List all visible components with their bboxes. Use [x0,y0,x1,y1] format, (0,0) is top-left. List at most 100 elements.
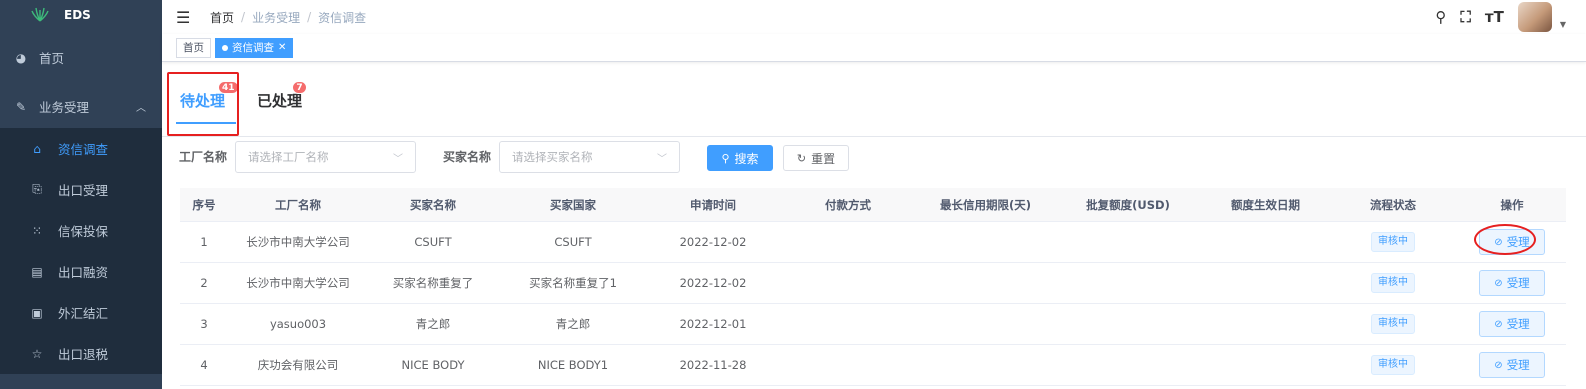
cell-payment [778,222,918,262]
breadcrumb-separator: / [307,10,312,24]
logo-text: EDS [64,8,91,22]
status-tabs: 待处理 41 已处理 7 [162,62,1586,136]
accept-button[interactable]: ⊘ 受理 [1479,270,1545,296]
reset-button-label: 重置 [811,151,836,166]
cell-payment [778,304,918,344]
search-button[interactable]: ⚲ 搜索 [707,145,773,171]
submenu-business: ⌂ 资信调查 ⎘ 出口受理 ⁙ 信保投保 ▤ 出口融资 ▣ 外汇结汇 ☆ 出口退… [0,128,162,374]
sidebar-item-credit-insurance[interactable]: ⁙ 信保投保 [0,210,162,251]
column-header: 申请时间 [690,197,736,212]
cell-no: 2 [200,276,208,290]
table-header: 序号 工厂名称 买家名称 买家国家 申请时间 付款方式 最长信用期限(天) 批复… [180,188,1566,222]
breadcrumb: 首页 / 业务受理 / 资信调查 [210,9,366,26]
cell-action: ⊘ 受理 [1458,345,1566,385]
buyer-select-placeholder: 请选择买家名称 [512,150,593,164]
factory-label: 工厂名称 [179,150,228,164]
active-dot-icon [222,44,228,51]
column-header: 批复额度(USD) [1086,197,1170,212]
sidebar-item-label: 资信调查 [58,142,109,157]
column-header: 买家名称 [410,197,456,212]
accept-button[interactable]: ⊘ 受理 [1479,352,1545,378]
cell-credit-days [918,345,1053,385]
cell-country: 青之郎 [555,317,591,331]
search-icon: ⚲ [721,151,730,165]
cell-no: 4 [200,358,208,372]
column-header: 买家国家 [550,197,596,212]
cell-country: CSUFT [554,235,592,249]
buyer-select[interactable]: 请选择买家名称 ﹀ [499,141,680,173]
fullscreen-icon[interactable]: ⛶ [1460,8,1471,26]
cell-country: NICE BODY1 [537,358,609,372]
cell-status: 审核中 [1328,304,1458,344]
cell-factory: 长沙市中南大学公司 [246,235,350,249]
cell-effective-date [1203,304,1328,344]
tags-view: 首页 资信调查 ✕ [162,34,1586,62]
tag-label: 首页 [183,41,204,54]
cell-factory: 庆功会有限公司 [257,358,339,372]
status-badge: 审核中 [1371,232,1415,252]
tag-credit-investigation[interactable]: 资信调查 ✕ [215,37,294,58]
table-row: 2 长沙市中南大学公司 买家名称重复了 买家名称重复了1 2022-12-02 … [180,263,1566,304]
cell-status: 审核中 [1328,345,1458,385]
factory-select[interactable]: 请选择工厂名称 ﹀ [235,141,416,173]
breadcrumb-item-business: 业务受理 [252,10,301,25]
sidebar-item-export-acceptance[interactable]: ⎘ 出口受理 [0,169,162,210]
reset-button[interactable]: ↻ 重置 [783,145,849,171]
cell-amount [1053,222,1203,262]
cell-amount [1053,345,1203,385]
table-row: 3 yasuo003 青之郎 青之郎 2022-12-01 审核中 ⊘ 受理 [180,304,1566,345]
finance-icon: ▤ [31,264,43,279]
avatar[interactable] [1517,2,1552,32]
table-row: 1 长沙市中南大学公司 CSUFT CSUFT 2022-12-02 审核中 ⊘… [180,222,1566,263]
sidebar-item-business[interactable]: ✎ 业务受理 ︿ [0,85,162,128]
leaf-logo-icon [31,7,49,22]
cell-buyer: 买家名称重复了 [392,276,474,290]
lock-icon: ⌂ [33,141,41,156]
caret-down-icon[interactable]: ▼ [1560,20,1566,29]
cell-amount [1053,304,1203,344]
sidebar-item-home[interactable]: ◕ 首页 [0,30,162,85]
cell-no: 1 [200,235,208,249]
annotation-box [167,72,239,136]
cell-payment [778,345,918,385]
sidebar: EDS ◕ 首页 ✎ 业务受理 ︿ ⌂ 资信调查 ⎘ 出口受理 ⁙ 信保投保 ▤… [0,0,162,389]
data-table: 序号 工厂名称 买家名称 买家国家 申请时间 付款方式 最长信用期限(天) 批复… [180,188,1566,386]
sidebar-item-tax-refund[interactable]: ☆ 出口退税 [0,333,162,374]
chevron-up-icon: ︿ [136,103,146,114]
exchange-icon: ▣ [31,305,43,320]
star-icon: ☆ [31,346,43,361]
table-row: 4 庆功会有限公司 NICE BODY NICE BODY1 2022-11-2… [180,345,1566,386]
sidebar-item-export-finance[interactable]: ▤ 出口融资 [0,251,162,292]
accept-button-label: 受理 [1506,276,1530,290]
search-icon[interactable]: ⚲ [1435,8,1446,26]
breadcrumb-item-home[interactable]: 首页 [210,9,234,26]
column-header: 工厂名称 [275,197,321,212]
sidebar-item-label: 出口融资 [58,265,109,280]
column-header: 操作 [1500,197,1524,212]
cell-no: 3 [200,317,208,331]
cell-buyer: CSUFT [414,235,452,249]
cell-effective-date [1203,222,1328,262]
hamburger-icon[interactable]: ☰ [176,8,194,27]
cell-credit-days [918,222,1053,262]
breadcrumb-separator: / [241,10,246,24]
tag-home[interactable]: 首页 [176,37,211,58]
cell-date: 2022-11-28 [679,358,747,372]
tag-label: 资信调查 [232,41,274,54]
cell-status: 审核中 [1328,263,1458,303]
cell-action: ⊘ 受理 [1458,263,1566,303]
column-header: 序号 [192,197,216,212]
accept-button-label: 受理 [1506,317,1530,331]
cell-factory: yasuo003 [269,317,327,331]
exit-icon: ⎘ [32,182,42,196]
sidebar-item-credit-investigation[interactable]: ⌂ 资信调查 [0,128,162,169]
accept-button[interactable]: ⊘ 受理 [1479,311,1545,337]
close-icon[interactable]: ✕ [278,39,286,57]
font-size-icon[interactable]: ᴛT [1485,8,1504,26]
cell-effective-date [1203,263,1328,303]
status-badge: 审核中 [1371,314,1415,334]
navbar: ☰ 首页 / 业务受理 / 资信调查 ⚲ ⛶ ᴛT ▼ [162,0,1586,34]
cell-credit-days [918,263,1053,303]
annotation-circle [1474,224,1536,255]
sidebar-item-fx-settlement[interactable]: ▣ 外汇结汇 [0,292,162,333]
